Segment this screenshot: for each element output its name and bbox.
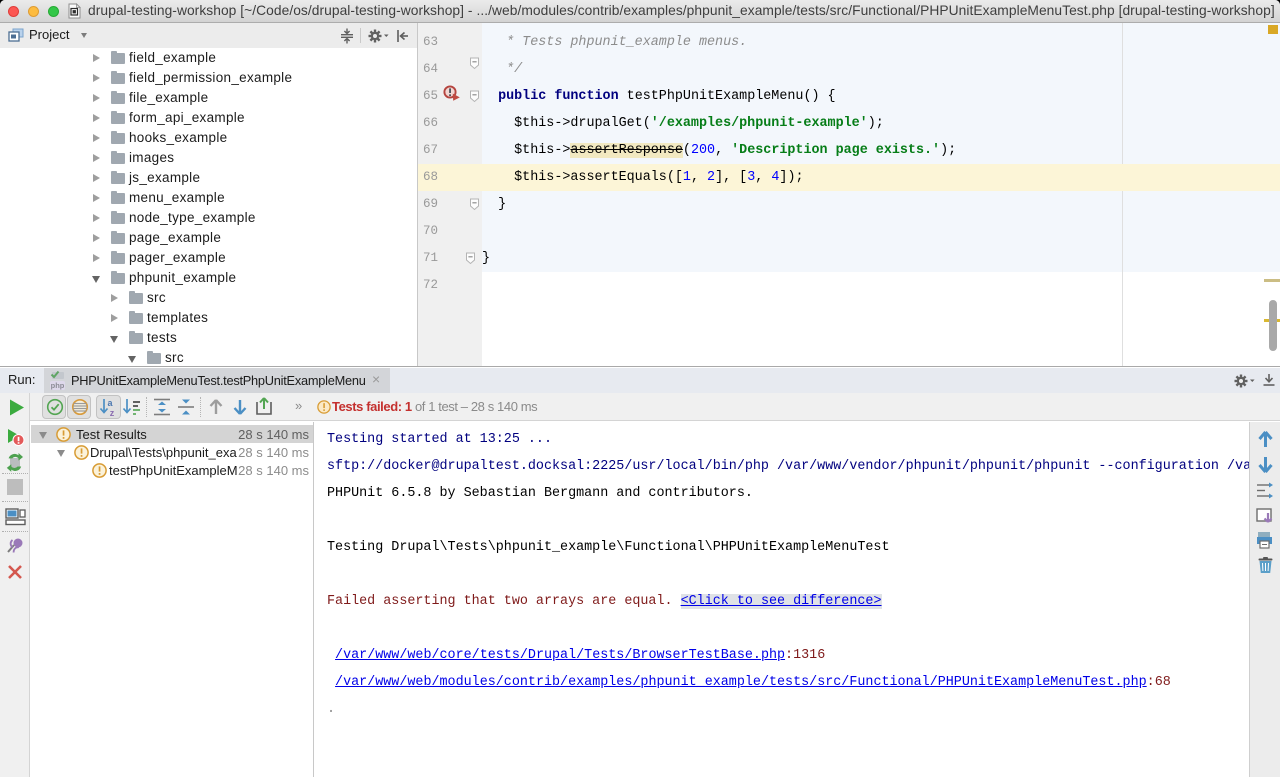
svg-text:php: php [51, 381, 65, 390]
svg-text:z: z [110, 408, 115, 417]
svg-text:a: a [107, 398, 113, 408]
